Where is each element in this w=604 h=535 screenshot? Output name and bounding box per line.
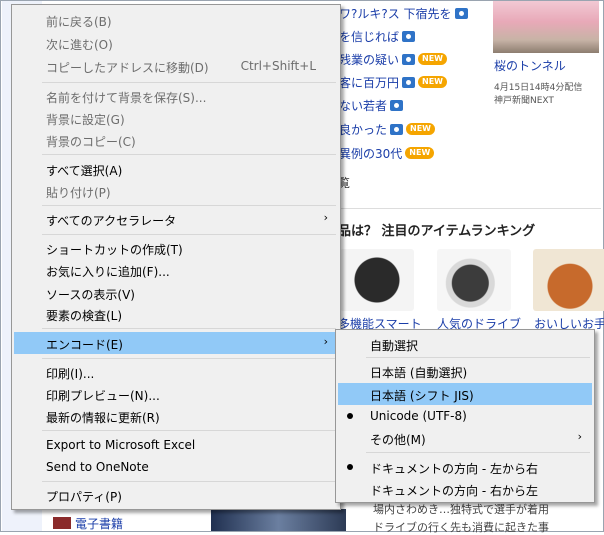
news-text[interactable]: を信じれば [339, 28, 399, 45]
menu-item-add-favorites[interactable]: お気に入りに追加(F)... [14, 259, 338, 281]
encoding-submenu: 自動選択 日本語 (自動選択) 日本語 (シフト JIS) Unicode (U… [335, 329, 595, 503]
menu-item-set-background[interactable]: 背景に設定(G) [14, 107, 338, 129]
submenu-item-japanese-shift-jis[interactable]: 日本語 (シフト JIS) [338, 383, 592, 405]
news-item[interactable]: ない若者 [339, 96, 404, 114]
camera-icon [454, 7, 468, 19]
menu-item-create-shortcut[interactable]: ショートカットの作成(T) [14, 237, 338, 259]
submenu-arrow-icon: › [323, 335, 328, 348]
bottom-news-item[interactable]: 場内さわめき…独特式で選手が着用 [373, 501, 549, 517]
context-menu: 前に戻る(B) 次に進む(O) コピーしたアドレスに移動(D) Ctrl+Shi… [11, 4, 341, 510]
camera-icon [402, 53, 416, 65]
menu-item-inspect-element[interactable]: 要素の検査(L) [14, 303, 338, 325]
menu-divider [42, 82, 336, 83]
product-thumbnail[interactable] [340, 249, 414, 311]
news-text[interactable]: 異例の30代 [339, 145, 402, 162]
menu-divider [42, 154, 336, 155]
menu-item-print[interactable]: 印刷(I)... [14, 361, 338, 383]
menu-divider [42, 481, 336, 482]
menu-item-select-all[interactable]: すべて選択(A) [14, 158, 338, 180]
menu-item-all-accelerators[interactable]: すべてのアクセラレータ › [14, 208, 338, 230]
camera-icon [402, 76, 416, 88]
new-badge: NEW [418, 76, 447, 88]
product-thumbnail[interactable] [437, 249, 511, 311]
new-badge: NEW [405, 147, 435, 159]
menu-item-encoding[interactable]: エンコード(E) › [14, 332, 338, 354]
shortcut-text: Ctrl+Shift+L [240, 59, 316, 73]
camera-icon [390, 123, 404, 135]
news-text[interactable]: ない若者 [339, 97, 387, 114]
menu-item-back[interactable]: 前に戻る(B) [14, 9, 338, 31]
menu-divider [42, 328, 336, 329]
ebook-link[interactable]: 電子書籍 [75, 515, 123, 532]
news-item[interactable]: を信じれば [339, 27, 416, 45]
menu-divider [42, 358, 336, 359]
submenu-item-auto-select[interactable]: 自動選択 [338, 333, 592, 355]
section-divider [336, 208, 601, 209]
news-item[interactable]: 異例の30代 NEW [339, 144, 435, 162]
menu-item-send-onenote[interactable]: Send to OneNote [14, 456, 338, 478]
new-badge: NEW [418, 53, 447, 65]
camera-icon [390, 99, 404, 111]
menu-item-refresh[interactable]: 最新の情報に更新(R) [14, 405, 338, 427]
bottom-news-item[interactable]: ドライブの行く先も消費に起きた事 [373, 519, 549, 535]
photo-caption[interactable]: 桜のトンネル [494, 57, 566, 74]
menu-item-view-source[interactable]: ソースの表示(V) [14, 282, 338, 304]
menu-item-properties[interactable]: プロパティ(P) [14, 484, 338, 506]
news-photo[interactable] [493, 1, 599, 53]
news-text[interactable]: 残業の疑い [339, 51, 399, 68]
submenu-arrow-icon: › [577, 430, 582, 443]
menu-divider [42, 430, 336, 431]
menu-item-go-to-copied-address[interactable]: コピーしたアドレスに移動(D) Ctrl+Shift+L [14, 55, 338, 77]
radio-bullet-icon [347, 413, 353, 419]
menu-item-forward[interactable]: 次に進む(O) [14, 32, 338, 54]
submenu-item-japanese-auto[interactable]: 日本語 (自動選択) [338, 360, 592, 382]
news-item[interactable]: 良かった NEW [339, 120, 435, 138]
menu-item-print-preview[interactable]: 印刷プレビュー(N)... [14, 383, 338, 405]
ebook-icon [53, 517, 71, 529]
news-text[interactable]: 客に百万円 [339, 74, 399, 91]
menu-divider [366, 452, 590, 453]
radio-bullet-icon [347, 464, 353, 470]
menu-item-paste[interactable]: 貼り付け(P) [14, 180, 338, 202]
menu-divider [42, 205, 336, 206]
menu-divider [366, 357, 590, 358]
ranking-title: 品は？ 注目のアイテムランキング [338, 224, 536, 239]
submenu-item-direction-ltr[interactable]: ドキュメントの方向 - 左から右 [338, 456, 592, 478]
submenu-arrow-icon: › [323, 211, 328, 224]
menu-item-save-background[interactable]: 名前を付けて背景を保存(S)... [14, 85, 338, 107]
photo-time: 4月15日14時4分配信 [494, 83, 583, 93]
bottom-news-image[interactable] [211, 509, 346, 531]
news-item[interactable]: ワ?ルキ?ス 下宿先を [339, 4, 468, 22]
product-thumbnail[interactable] [533, 249, 604, 311]
news-text[interactable]: ワ?ルキ?ス 下宿先を [339, 5, 452, 22]
menu-divider [42, 234, 336, 235]
new-badge: NEW [406, 123, 435, 135]
menu-item-export-excel[interactable]: Export to Microsoft Excel [14, 434, 338, 456]
submenu-item-other[interactable]: その他(M) › [338, 427, 592, 449]
menu-item-copy-background[interactable]: 背景のコピー(C) [14, 129, 338, 151]
news-item[interactable]: 客に百万円 NEW [339, 73, 447, 91]
camera-icon [402, 30, 416, 42]
photo-source: 神戸新聞NEXT [494, 96, 554, 106]
submenu-item-direction-rtl[interactable]: ドキュメントの方向 - 右から左 [338, 478, 592, 500]
submenu-item-unicode-utf8[interactable]: Unicode (UTF-8) [338, 405, 592, 427]
news-item[interactable]: 残業の疑い NEW [339, 50, 447, 68]
news-text[interactable]: 良かった [339, 121, 387, 138]
